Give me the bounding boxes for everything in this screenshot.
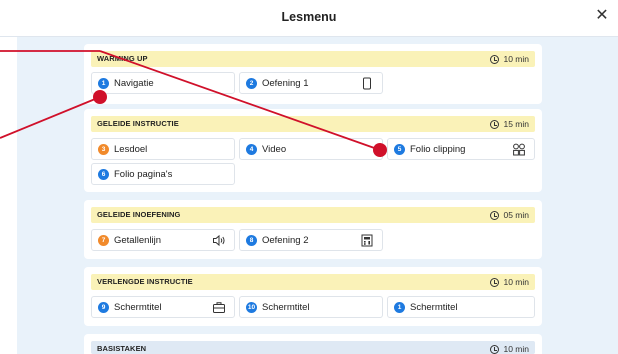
item-label: Folio pagina's xyxy=(114,169,173,180)
time-label: 05 min xyxy=(503,210,529,220)
number-badge: 2 xyxy=(246,78,257,89)
clock-icon xyxy=(490,54,500,64)
section-time: 15 min xyxy=(490,119,529,129)
number-badge: 7 xyxy=(98,235,109,246)
number-badge: 6 xyxy=(98,169,109,180)
number-badge: 5 xyxy=(394,144,405,155)
menu-item-navigatie[interactable]: 1 Navigatie xyxy=(91,72,235,94)
item-label: Schermtitel xyxy=(410,302,458,313)
briefcase-icon xyxy=(213,302,225,313)
close-icon[interactable]: ✕ xyxy=(594,6,610,26)
item-label: Oefening 2 xyxy=(262,235,309,246)
section-time: 10 min xyxy=(490,277,529,287)
menu-item-schermtitel-10[interactable]: 10 Schermtitel xyxy=(239,296,383,318)
menu-item-oefening-2[interactable]: 8 Oefening 2 xyxy=(239,229,383,251)
section-geleide-inoefening: GELEIDE INOEFENING 05 min 7 Getallenlijn… xyxy=(84,200,542,259)
menu-item-folio-paginas[interactable]: 6 Folio pagina's xyxy=(91,163,235,185)
clock-icon xyxy=(490,119,500,129)
section-verlengde-instructie: VERLENGDE INSTRUCTIE 10 min 9 Schermtite… xyxy=(84,267,542,326)
section-header: GELEIDE INSTRUCTIE 15 min xyxy=(91,116,535,132)
section-header: GELEIDE INOEFENING 05 min xyxy=(91,207,535,223)
number-badge: 9 xyxy=(98,302,109,313)
menu-item-getallenlijn[interactable]: 7 Getallenlijn xyxy=(91,229,235,251)
clock-icon xyxy=(490,277,500,287)
clock-icon xyxy=(490,344,500,354)
menu-item-folio-clipping[interactable]: 5 Folio clipping xyxy=(387,138,535,160)
section-header: BASISTAKEN 10 min xyxy=(91,341,535,354)
section-time: 10 min xyxy=(490,344,529,354)
menu-item-lesdoel[interactable]: 3 Lesdoel xyxy=(91,138,235,160)
section-title: WARMING UP xyxy=(97,54,148,63)
section-time: 05 min xyxy=(490,210,529,220)
number-badge: 1 xyxy=(98,78,109,89)
section-basistaken: BASISTAKEN 10 min xyxy=(84,334,542,354)
clock-icon xyxy=(490,210,500,220)
menu-item-oefening-1[interactable]: 2 Oefening 1 xyxy=(239,72,383,94)
number-badge: 4 xyxy=(246,144,257,155)
item-label: Folio clipping xyxy=(410,144,466,155)
section-header: WARMING UP 10 min xyxy=(91,51,535,67)
section-title: BASISTAKEN xyxy=(97,344,147,353)
menu-item-schermtitel-1[interactable]: 1 Schermtitel xyxy=(387,296,535,318)
item-label: Schermtitel xyxy=(114,302,162,313)
menu-item-schermtitel-9[interactable]: 9 Schermtitel xyxy=(91,296,235,318)
section-warming-up: WARMING UP 10 min 1 Navigatie 2 Oefening… xyxy=(84,44,542,104)
number-badge: 3 xyxy=(98,144,109,155)
number-badge: 8 xyxy=(246,235,257,246)
tablet-icon xyxy=(363,77,371,90)
number-badge: 10 xyxy=(246,302,257,313)
top-bar: Lesmenu ✕ xyxy=(0,0,618,37)
item-label: Lesdoel xyxy=(114,144,148,155)
time-label: 10 min xyxy=(503,54,529,64)
page-title: Lesmenu xyxy=(281,10,337,24)
item-label: Navigatie xyxy=(114,78,154,89)
section-title: GELEIDE INOEFENING xyxy=(97,210,181,219)
item-label: Getallenlijn xyxy=(114,235,161,246)
item-label: Oefening 1 xyxy=(262,78,309,89)
time-label: 15 min xyxy=(503,119,529,129)
section-title: VERLENGDE INSTRUCTIE xyxy=(97,277,193,286)
item-label: Schermtitel xyxy=(262,302,310,313)
grid-icon xyxy=(513,143,525,156)
section-time: 10 min xyxy=(490,54,529,64)
item-label: Video xyxy=(262,144,287,155)
left-panel-edge xyxy=(0,37,17,354)
number-badge: 1 xyxy=(394,302,405,313)
speaker-icon xyxy=(213,234,225,247)
time-label: 10 min xyxy=(503,277,529,287)
calculator-icon xyxy=(361,234,373,247)
section-title: GELEIDE INSTRUCTIE xyxy=(97,119,179,128)
menu-item-video[interactable]: 4 Video xyxy=(239,138,383,160)
section-header: VERLENGDE INSTRUCTIE 10 min xyxy=(91,274,535,290)
time-label: 10 min xyxy=(503,344,529,354)
section-geleide-instructie: GELEIDE INSTRUCTIE 15 min 3 Lesdoel 4 Vi… xyxy=(84,109,542,192)
